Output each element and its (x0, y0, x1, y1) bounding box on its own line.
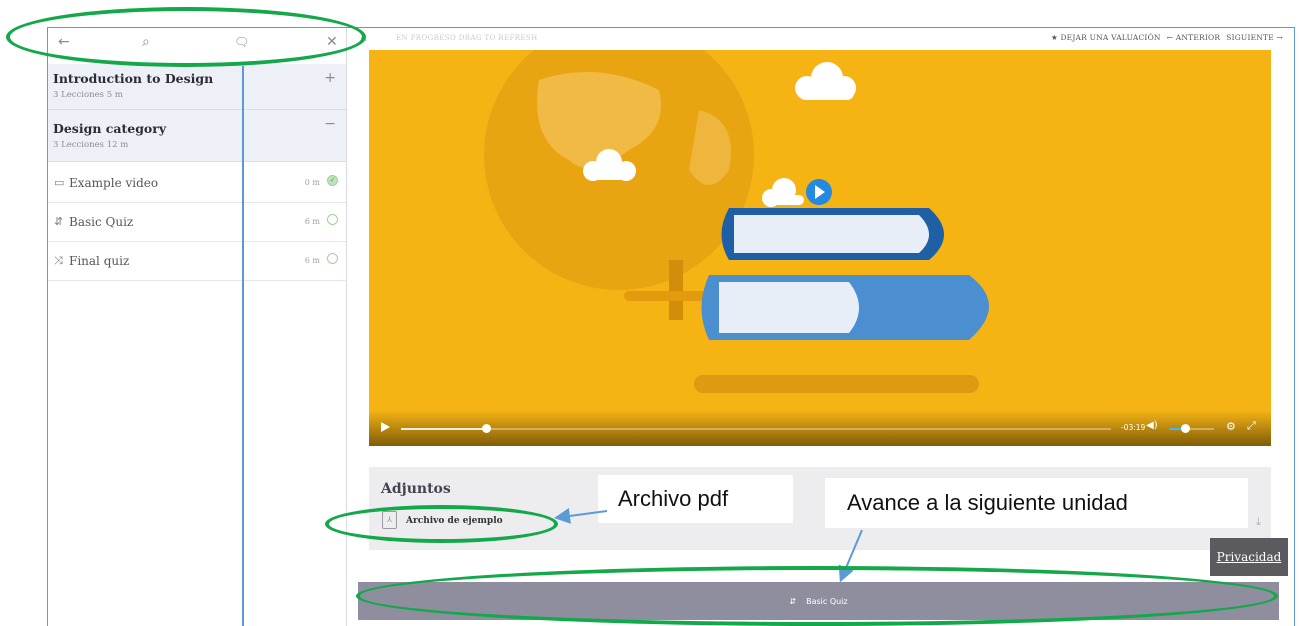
seek-bar[interactable] (401, 428, 1111, 430)
lesson-item-example-video[interactable]: ▭ Example video 0 m ✓ (48, 164, 346, 203)
course-sidebar: ← ⌕ 🗨 ✕ Introduction to Design 3 Leccion… (48, 28, 347, 626)
section-meta: 3 Lecciones 12 m (53, 140, 129, 150)
shadow-shape (694, 375, 979, 393)
callout-pdf: Archivo pdf (598, 475, 793, 523)
sidebar-callout-line (242, 66, 244, 626)
lesson-duration: 6 m (304, 256, 320, 265)
next-button[interactable]: SIGUIENTE → (1226, 33, 1283, 42)
video-icon: ▭ (54, 176, 65, 189)
attachments-heading: Adjuntos (381, 481, 451, 497)
lesson-duration: 6 m (304, 217, 320, 226)
download-icon[interactable]: ⤓ (1256, 515, 1261, 529)
volume-handle[interactable] (1180, 424, 1190, 433)
refresh-hint: EN PROGRESO DRAG TO REFRESH (396, 34, 538, 42)
remaining-time: -03:19 (1121, 423, 1146, 432)
lesson-label: Final quiz (69, 254, 130, 268)
quiz-icon: ⇵ (54, 215, 64, 228)
volume-icon[interactable]: ◀) (1146, 420, 1158, 431)
previous-button[interactable]: ← ANTERIOR (1167, 33, 1221, 42)
expand-icon[interactable]: + (324, 70, 336, 86)
book-pages (719, 282, 859, 333)
section-introduction[interactable]: Introduction to Design 3 Lecciones 5 m + (48, 64, 346, 110)
callout-next-unit: Avance a la siguiente unidad (825, 478, 1248, 528)
lesson-item-basic-quiz[interactable]: ⇵ Basic Quiz 6 m (48, 203, 346, 242)
completed-check-icon: ✓ (327, 175, 338, 186)
section-title: Design category (53, 121, 167, 136)
cloud-shape (762, 178, 804, 207)
pdf-highlight-oval (325, 505, 558, 543)
lesson-item-final-quiz[interactable]: ⤨ Final quiz 6 m (48, 242, 346, 281)
settings-gear-icon[interactable]: ⚙ (1226, 420, 1236, 433)
lesson-topbar: « EN PROGRESO DRAG TO REFRESH ★ DEJAR UN… (356, 30, 1291, 48)
topbar-actions: ★ DEJAR UNA VALUACIÓN ← ANTERIOR SIGUIEN… (1051, 33, 1283, 42)
lesson-duration: 0 m (304, 178, 320, 187)
video-thumbnail-illustration (484, 50, 989, 393)
section-design-category[interactable]: Design category 3 Lecciones 12 m − (48, 110, 346, 162)
volume-slider[interactable] (1169, 428, 1214, 430)
privacy-button[interactable]: Privacidad (1210, 538, 1288, 576)
video-controls: -03:19 ◀) ⚙ ⤢ (369, 410, 1271, 446)
seek-handle[interactable] (482, 424, 492, 433)
book-pages (734, 215, 929, 253)
section-meta: 3 Lecciones 5 m (53, 90, 123, 100)
fullscreen-icon[interactable]: ⤢ (1247, 419, 1256, 433)
status-circle-icon (327, 253, 338, 264)
globe-stand (669, 260, 683, 320)
seek-progress (401, 428, 487, 430)
video-player[interactable]: -03:19 ◀) ⚙ ⤢ (369, 50, 1271, 446)
status-circle-icon (327, 214, 338, 225)
section-title: Introduction to Design (53, 71, 214, 86)
lesson-label: Example video (69, 176, 159, 190)
collapse-icon[interactable]: − (324, 116, 336, 132)
rate-button[interactable]: ★ DEJAR UNA VALUACIÓN (1051, 33, 1161, 42)
next-unit-highlight-oval (356, 566, 1278, 626)
play-icon[interactable] (381, 422, 390, 432)
shuffle-icon: ⤨ (54, 254, 63, 267)
lesson-label: Basic Quiz (69, 215, 134, 229)
cloud-shape (795, 62, 856, 100)
toolbar-highlight-oval (6, 7, 366, 67)
